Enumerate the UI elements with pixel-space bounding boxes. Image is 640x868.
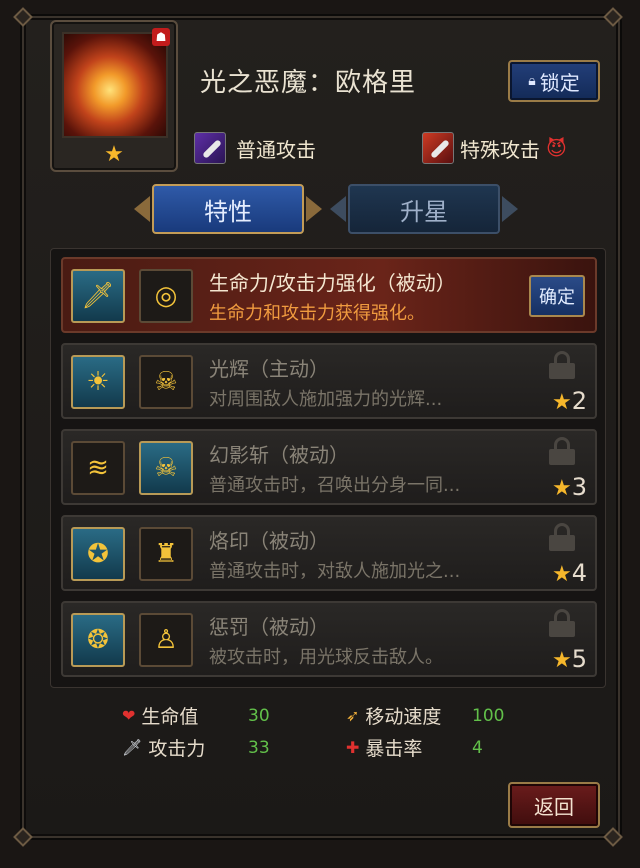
star-requirement: ★2 (551, 387, 587, 415)
target-icon: ◎ (139, 269, 193, 323)
sword-icon (194, 132, 226, 164)
skills-list: 🗡︎ ◎ 生命力/攻击力强化（被动） 生命力和攻击力获得强化。 确定 ☀ ☠ 光… (50, 248, 606, 688)
lock-icon (549, 523, 575, 551)
skill-title: 光辉（主动） (209, 357, 329, 381)
devil-icon: 😈︎ (546, 136, 567, 160)
stat-move-value: 100 (472, 706, 505, 726)
return-button[interactable]: 返回 (508, 782, 600, 828)
tab-arrow-right-icon (306, 196, 322, 222)
star-requirement: ★3 (551, 473, 587, 501)
star-requirement: ★4 (551, 559, 587, 587)
brand-icon: ✪ (71, 527, 125, 581)
sword-icon (422, 132, 454, 164)
orb-icon: ❂ (71, 613, 125, 667)
skill-title: 生命力/攻击力强化（被动） (209, 271, 456, 295)
tab-star-up[interactable]: 升星 (348, 184, 500, 234)
stat-atk-label: 攻击力 (148, 738, 206, 760)
normal-attack[interactable]: 普通攻击 (194, 132, 316, 164)
stat-hp-value: 30 (248, 706, 270, 726)
lock-icon (549, 437, 575, 465)
stat-crit-value: 4 (472, 738, 483, 758)
skill-title: 惩罚（被动） (209, 615, 329, 639)
stat-move-label: 移动速度 (365, 706, 442, 728)
devil-icon: ☗ (152, 28, 170, 46)
heart-icon: ❤ (122, 706, 136, 725)
star-icon: ★ (551, 648, 572, 673)
sword-icon: 🗡︎ (122, 738, 143, 757)
skill-row[interactable]: ❂ ♙ 惩罚（被动） 被攻击时，用光球反击敌人。 ★5 (61, 601, 597, 677)
skill-description: 普通攻击时，召唤出分身一同... (209, 475, 461, 496)
tab-traits[interactable]: 特性 (152, 184, 304, 234)
skill-description: 对周围敌人施加强力的光辉... (209, 389, 443, 410)
lock-button-label: 锁定 (539, 70, 580, 95)
skill-description: 生命力和攻击力获得强化。 (209, 303, 425, 324)
special-attack-label: 特殊攻击 (460, 137, 540, 162)
crosshair-icon: ✚ (346, 738, 360, 757)
lock-icon (549, 351, 575, 379)
hero-portrait[interactable]: ☗ ★ (50, 20, 178, 172)
confirm-button[interactable]: 确定 (529, 275, 585, 317)
stat-move: ➶ 移动速度 (346, 702, 441, 729)
tab-arrow-left-icon (134, 196, 150, 222)
stat-atk-value: 33 (248, 738, 270, 758)
hero-name: 光之恶魔：欧格里 (200, 68, 417, 98)
sun-icon: ☀ (71, 355, 125, 409)
tab-arrow-right-icon (502, 196, 518, 222)
figure-icon: ♜ (139, 527, 193, 581)
star-requirement: ★5 (551, 645, 587, 673)
skill-row[interactable]: ✪ ♜ 烙印（被动） 普通攻击时，对敌人施加光之... ★4 (61, 515, 597, 591)
stat-crit: ✚ 暴击率 (346, 734, 422, 761)
special-attack[interactable]: 特殊攻击 😈︎ (422, 132, 567, 164)
tab-arrow-left-icon (330, 196, 346, 222)
skill-row[interactable]: ≋ ☠ 幻影斩（被动） 普通攻击时，召唤出分身一同... ★3 (61, 429, 597, 505)
skill-description: 普通攻击时，对敌人施加光之... (209, 561, 461, 582)
skill-row[interactable]: ☀ ☠ 光辉（主动） 对周围敌人施加强力的光辉... ★2 (61, 343, 597, 419)
star-icon: ★ (551, 476, 572, 501)
stat-hp: ❤ 生命值 (122, 702, 198, 729)
stat-crit-label: 暴击率 (365, 738, 423, 760)
skull-icon: ☠ (139, 441, 193, 495)
skill-row[interactable]: 🗡︎ ◎ 生命力/攻击力强化（被动） 生命力和攻击力获得强化。 确定 (61, 257, 597, 333)
boot-icon: ➶ (346, 706, 360, 725)
skull-icon: ☠ (139, 355, 193, 409)
sword-icon: 🗡︎ (71, 269, 125, 323)
stat-atk: 🗡︎ 攻击力 (122, 734, 205, 761)
hero-portrait-image (62, 32, 168, 138)
star-icon: ★ (104, 142, 124, 167)
lock-button[interactable]: 🔒︎ 锁定 (508, 60, 600, 102)
figure-icon: ♙ (139, 613, 193, 667)
lock-icon: 🔒︎ (528, 73, 536, 89)
normal-attack-label: 普通攻击 (236, 137, 316, 162)
skill-title: 烙印（被动） (209, 529, 329, 553)
lock-icon (549, 609, 575, 637)
star-icon: ★ (551, 562, 572, 587)
skill-description: 被攻击时，用光球反击敌人。 (209, 647, 443, 668)
star-icon: ★ (551, 390, 572, 415)
slash-icon: ≋ (71, 441, 125, 495)
stat-hp-label: 生命值 (141, 706, 199, 728)
skill-title: 幻影斩（被动） (209, 443, 349, 467)
